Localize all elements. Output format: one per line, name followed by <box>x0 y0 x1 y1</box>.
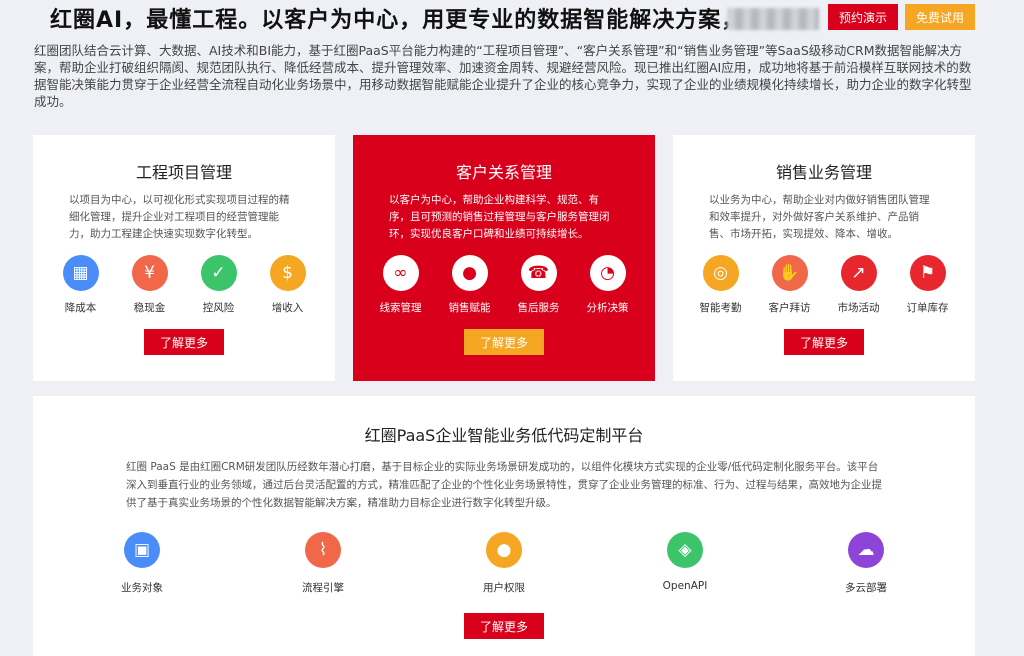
feature-label: 控风险 <box>202 302 235 314</box>
feature-revenue: $ 增收入 <box>253 255 322 315</box>
briefcase-icon: ▣ <box>124 532 160 568</box>
feature-label: 稳现金 <box>133 302 166 314</box>
paas-flow-engine: ⌇ 流程引擎 <box>233 532 414 595</box>
feature-sales-enable: ● 销售赋能 <box>435 255 504 315</box>
card-crm: 客户关系管理 以客户为中心，帮助企业构建科学、规范、有序，且可预测的销售过程管理… <box>353 135 655 381</box>
flow-icon: ⌇ <box>305 532 341 568</box>
intro-text: 红圈团队结合云计算、大数据、AI技术和BI能力，基于红圈PaaS平台能力构建的“… <box>34 43 972 109</box>
feature-label: 增收入 <box>271 302 304 314</box>
paas-openapi: ◈ OpenAPI <box>595 532 776 595</box>
learn-more-button[interactable]: 了解更多 <box>464 613 544 639</box>
feature-label: 订单库存 <box>906 302 949 314</box>
top-banner: 红圈AI，最懂工程。以客户为中心，用更专业的数据智能解决方案， 预约演示 免费试… <box>0 0 1024 38</box>
handshake-icon: ✋ <box>771 255 808 291</box>
feature-after-sales: ☎ 售后服务 <box>504 255 573 315</box>
feature-visit: ✋ 客户拜访 <box>755 255 824 315</box>
learn-more-button[interactable]: 了解更多 <box>464 329 544 355</box>
card-title: 销售业务管理 <box>775 163 872 182</box>
cost-chart-icon: ▦ <box>62 255 99 291</box>
paas-desc: 红圈 PaaS 是由红圈CRM研发团队历经数年潜心打磨，基于目标企业的实际业务场… <box>126 461 882 509</box>
card-title: 工程项目管理 <box>135 163 232 182</box>
feature-label: 降成本 <box>64 302 97 314</box>
feature-label: 分析决策 <box>586 302 629 314</box>
trend-icon: ↗ <box>840 255 877 291</box>
learn-more-button[interactable]: 了解更多 <box>784 329 864 355</box>
headline: 红圈AI，最懂工程。以客户为中心，用更专业的数据智能解决方案， <box>50 8 745 33</box>
cube-icon: ◈ <box>667 532 703 568</box>
pie-chart-icon: ◔ <box>589 255 626 291</box>
card-desc: 以客户为中心，帮助企业构建科学、规范、有序，且可预测的销售过程管理与客户服务管理… <box>389 194 610 240</box>
feature-label: 线索管理 <box>379 302 422 314</box>
feature-analysis: ◔ 分析决策 <box>573 255 642 315</box>
user-lock-icon: ● <box>486 532 522 568</box>
money-bag-icon: ¥ <box>131 255 168 291</box>
link-icon: ∞ <box>382 255 419 291</box>
feature-risk: ✓ 控风险 <box>184 255 253 315</box>
card-desc: 以项目为中心，以可视化形式实现项目过程的精细化管理，提升企业对工程项目的经营管理… <box>69 194 290 240</box>
user-icon: ● <box>451 255 488 291</box>
feature-attendance: ◎ 智能考勤 <box>686 255 755 315</box>
paas-multi-cloud: ☁ 多云部署 <box>776 532 957 595</box>
learn-more-button[interactable]: 了解更多 <box>144 329 224 355</box>
feature-cash: ¥ 稳现金 <box>115 255 184 315</box>
paas-user-permissions: ● 用户权限 <box>414 532 595 595</box>
card-project-management: 工程项目管理 以项目为中心，以可视化形式实现项目过程的精细化管理，提升企业对工程… <box>33 135 335 381</box>
paas-title: 红圈PaaS企业智能业务低代码定制平台 <box>364 426 644 445</box>
coin-hand-icon: $ <box>269 255 306 291</box>
paas-business-objects: ▣ 业务对象 <box>52 532 233 595</box>
feature-label: 客户拜访 <box>768 302 811 314</box>
free-trial-button[interactable]: 免费试用 <box>905 4 975 30</box>
feature-label: 售后服务 <box>517 302 560 314</box>
blurred-text <box>727 8 819 30</box>
service-icon: ☎ <box>520 255 557 291</box>
card-sales-management: 销售业务管理 以业务为中心，帮助企业对内做好销售团队管理和效率提升，对外做好客户… <box>673 135 975 381</box>
paas-label: 用户权限 <box>483 582 525 594</box>
book-demo-button[interactable]: 预约演示 <box>828 4 898 30</box>
cloud-icon: ☁ <box>848 532 884 568</box>
paas-section: 红圈PaaS企业智能业务低代码定制平台 红圈 PaaS 是由红圈CRM研发团队历… <box>33 396 975 656</box>
feature-cost: ▦ 降成本 <box>46 255 115 315</box>
feature-orders: ⚑ 订单库存 <box>893 255 962 315</box>
target-icon: ◎ <box>702 255 739 291</box>
card-title: 客户关系管理 <box>455 163 552 182</box>
feature-marketing: ↗ 市场活动 <box>824 255 893 315</box>
card-desc: 以业务为中心，帮助企业对内做好销售团队管理和效率提升，对外做好客户关系维护、产品… <box>709 194 930 240</box>
paas-label: 业务对象 <box>121 582 163 594</box>
checklist-icon: ✓ <box>200 255 237 291</box>
paas-label: 多云部署 <box>845 582 887 594</box>
feature-label: 市场活动 <box>837 302 880 314</box>
paas-label: 流程引擎 <box>302 582 344 594</box>
feature-label: 销售赋能 <box>448 302 491 314</box>
paas-label: OpenAPI <box>662 580 708 592</box>
flag-icon: ⚑ <box>909 255 946 291</box>
feature-leads: ∞ 线索管理 <box>366 255 435 315</box>
feature-label: 智能考勤 <box>699 302 742 314</box>
